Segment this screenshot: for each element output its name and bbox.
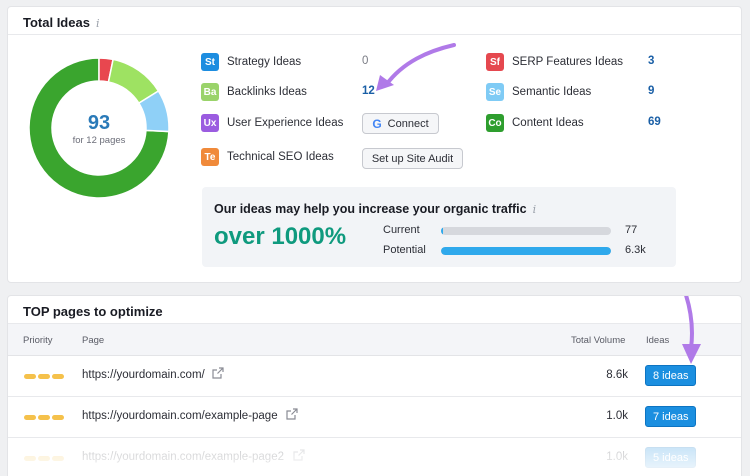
annotation-arrow xyxy=(376,43,456,91)
external-link-icon[interactable] xyxy=(212,367,224,379)
total-volume: 1.0k xyxy=(606,410,628,422)
idea-count-backlinks[interactable]: 12 xyxy=(362,85,375,97)
table-row: https://yourdomain.com/example-page 1.0k… xyxy=(8,398,741,438)
traffic-potential-box: Our ideas may help you increase your org… xyxy=(202,187,676,267)
external-link-icon[interactable] xyxy=(293,449,305,461)
traffic-increase: over 1000% xyxy=(214,223,347,250)
priority-indicator xyxy=(24,415,64,420)
page-link[interactable]: https://yourdomain.com/example-page xyxy=(82,410,278,422)
idea-row-strategy[interactable]: St Strategy Ideas xyxy=(201,52,301,72)
priority-indicator xyxy=(24,456,64,461)
idea-row-technical-seo[interactable]: Te Technical SEO Ideas xyxy=(201,147,334,167)
top-pages-card: TOP pages to optimize Priority Page Tota… xyxy=(7,295,742,476)
current-label: Current xyxy=(383,224,420,236)
idea-label: SERP Features Ideas xyxy=(512,56,624,68)
connect-label: Connect xyxy=(387,117,429,130)
info-icon[interactable]: i xyxy=(533,203,537,216)
top-pages-header: TOP pages to optimize xyxy=(8,296,741,324)
ideas-button[interactable]: 5 ideas xyxy=(645,447,697,468)
current-traffic-fill xyxy=(441,227,444,235)
total-volume: 8.6k xyxy=(606,369,628,381)
technical-seo-ideas-icon: Te xyxy=(201,148,219,166)
idea-row-serp-features[interactable]: Sf SERP Features Ideas xyxy=(486,52,623,72)
idea-row-semantic[interactable]: Se Semantic Ideas xyxy=(486,82,591,102)
idea-label: User Experience Ideas xyxy=(227,117,344,129)
priority-indicator xyxy=(24,374,64,379)
backlinks-ideas-icon: Ba xyxy=(201,83,219,101)
idea-label: Technical SEO Ideas xyxy=(227,151,334,163)
col-page[interactable]: Page xyxy=(82,335,104,346)
table-row: https://yourdomain.com/ 8.6k 8 ideas xyxy=(8,357,741,397)
idea-count-serp-features[interactable]: 3 xyxy=(648,55,654,67)
potential-traffic-fill xyxy=(441,247,611,255)
idea-label: Strategy Ideas xyxy=(227,56,302,68)
info-icon[interactable]: i xyxy=(96,17,100,30)
strategy-ideas-icon: St xyxy=(201,53,219,71)
idea-label: Content Ideas xyxy=(512,117,584,129)
idea-count-content[interactable]: 69 xyxy=(648,116,661,128)
total-ideas-title: Total Ideas xyxy=(23,15,90,30)
idea-row-backlinks[interactable]: Ba Backlinks Ideas xyxy=(201,82,307,102)
semantic-ideas-icon: Se xyxy=(486,83,504,101)
current-traffic-bar xyxy=(441,227,611,235)
idea-label: Semantic Ideas xyxy=(512,86,592,98)
connect-button[interactable]: G Connect xyxy=(362,113,439,134)
site-audit-button[interactable]: Set up Site Audit xyxy=(362,148,463,169)
table-row: https://yourdomain.com/example-page2 1.0… xyxy=(8,439,741,476)
google-icon: G xyxy=(372,116,382,131)
idea-row-user-experience[interactable]: Ux User Experience Ideas xyxy=(201,113,343,133)
total-volume: 1.0k xyxy=(606,451,628,463)
traffic-title-text: Our ideas may help you increase your org… xyxy=(214,202,527,216)
idea-label: Backlinks Ideas xyxy=(227,86,307,98)
page-link[interactable]: https://yourdomain.com/ xyxy=(82,369,205,381)
potential-traffic-bar xyxy=(441,247,611,255)
donut-total: 93 xyxy=(87,112,111,134)
col-priority[interactable]: Priority xyxy=(23,335,53,346)
potential-label: Potential xyxy=(383,244,426,256)
col-volume[interactable]: Total Volume xyxy=(571,335,625,346)
donut-center: 93 for 12 pages xyxy=(28,57,170,199)
potential-value: 6.3k xyxy=(625,244,646,256)
current-value: 77 xyxy=(625,224,638,236)
ideas-button[interactable]: 8 ideas xyxy=(645,365,697,386)
traffic-title: Our ideas may help you increase your org… xyxy=(214,202,536,216)
table-header: Priority Page Total Volume Ideas xyxy=(8,324,741,356)
external-link-icon[interactable] xyxy=(286,408,298,420)
user-experience-ideas-icon: Ux xyxy=(201,114,219,132)
idea-count-strategy: 0 xyxy=(362,55,369,67)
col-ideas[interactable]: Ideas xyxy=(646,335,669,346)
donut-subtitle: for 12 pages xyxy=(72,135,126,146)
total-ideas-header: Total Ideas i xyxy=(8,7,741,35)
idea-count-semantic[interactable]: 9 xyxy=(648,85,654,97)
idea-row-content[interactable]: Co Content Ideas xyxy=(486,113,584,133)
content-ideas-icon: Co xyxy=(486,114,504,132)
top-pages-title: TOP pages to optimize xyxy=(23,304,163,319)
ideas-button[interactable]: 7 ideas xyxy=(645,406,697,427)
page-link[interactable]: https://yourdomain.com/example-page2 xyxy=(82,451,284,463)
total-ideas-card: Total Ideas i 93 for 12 pages St Strategy… xyxy=(7,6,742,283)
serp-features-ideas-icon: Sf xyxy=(486,53,504,71)
